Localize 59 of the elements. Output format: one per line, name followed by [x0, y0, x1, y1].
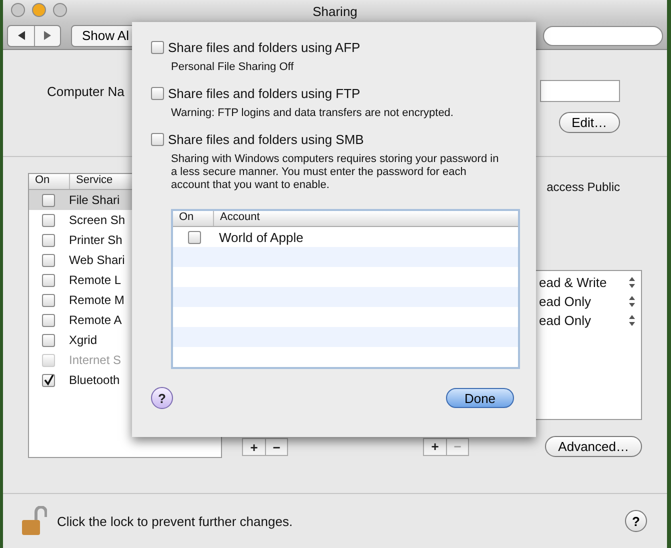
service-name[interactable]: Bluetooth — [69, 373, 120, 387]
help-button[interactable]: ? — [625, 510, 647, 532]
checkbox[interactable] — [42, 254, 55, 266]
column-header: On — [34, 174, 51, 188]
option-note: Personal File Sharing Off — [171, 61, 295, 74]
search-field[interactable] — [543, 26, 663, 46]
lock-message: Click the lock to prevent further changes. — [57, 514, 293, 528]
service-name[interactable]: Remote M — [69, 293, 124, 307]
checkbox[interactable] — [188, 230, 201, 244]
checkbox[interactable] — [151, 133, 164, 146]
checkbox[interactable] — [42, 234, 55, 246]
back-icon — [16, 31, 26, 40]
computer-name-field[interactable] — [540, 80, 620, 102]
checkbox[interactable] — [42, 334, 55, 346]
checkbox[interactable] — [42, 314, 55, 326]
option-note: Sharing with Windows computers requires storing your password in a less secure manner. You must enter the password for each account that you want to enable. — [171, 153, 500, 192]
option-label[interactable]: Share files and folders using SMB — [168, 132, 364, 147]
checkbox[interactable] — [42, 214, 55, 226]
service-name[interactable]: Remote A — [69, 313, 122, 327]
column-header: Account — [213, 211, 260, 226]
checkbox[interactable] — [151, 41, 164, 54]
service-name[interactable]: Xgrid — [69, 333, 98, 347]
service-name[interactable]: File Shari — [69, 193, 120, 207]
option-label[interactable]: Share files and folders using FTP — [168, 86, 360, 101]
access-note: access Public — [546, 180, 620, 194]
checkbox[interactable] — [151, 87, 164, 100]
stepper-icon — [629, 315, 635, 326]
column-header: On — [178, 211, 195, 225]
done-button[interactable]: Done — [446, 388, 514, 408]
zoom-button[interactable] — [53, 3, 67, 17]
service-name[interactable]: Screen Sh — [69, 213, 126, 227]
option-note: Warning: FTP logins and data transfers are not encrypted. — [171, 107, 454, 120]
remove-button[interactable]: − — [265, 439, 287, 455]
checkbox[interactable] — [42, 374, 55, 386]
checkbox[interactable] — [42, 274, 55, 286]
window-title: Sharing — [312, 4, 358, 18]
help-button[interactable]: ? — [151, 387, 173, 409]
stepper-icon — [629, 277, 635, 288]
advanced-button[interactable]: Advanced… — [545, 436, 642, 457]
checkbox[interactable] — [42, 194, 55, 206]
close-button[interactable] — [11, 3, 25, 17]
service-name[interactable]: Web Shari — [69, 253, 125, 267]
service-name[interactable]: Remote L — [69, 273, 122, 287]
minimize-button[interactable] — [32, 3, 46, 17]
permission-value[interactable]: ead Only — [539, 294, 592, 309]
computer-name-label: Computer Na — [47, 84, 124, 98]
service-name[interactable]: Printer Sh — [69, 233, 122, 247]
permission-value[interactable]: ead Only — [539, 313, 592, 328]
account-name: World of Apple — [219, 230, 304, 244]
option-label[interactable]: Share files and folders using AFP — [168, 40, 360, 55]
permission-value[interactable]: ead & Write — [539, 275, 607, 290]
column-header: Service — [69, 174, 113, 189]
lock-icon[interactable] — [21, 506, 47, 536]
add-button[interactable]: + — [243, 439, 265, 455]
checkbox[interactable] — [42, 294, 55, 306]
add-button[interactable]: + — [424, 438, 446, 454]
stepper-icon — [629, 296, 635, 307]
edit-button[interactable]: Edit… — [558, 112, 620, 133]
forward-icon — [43, 31, 52, 40]
